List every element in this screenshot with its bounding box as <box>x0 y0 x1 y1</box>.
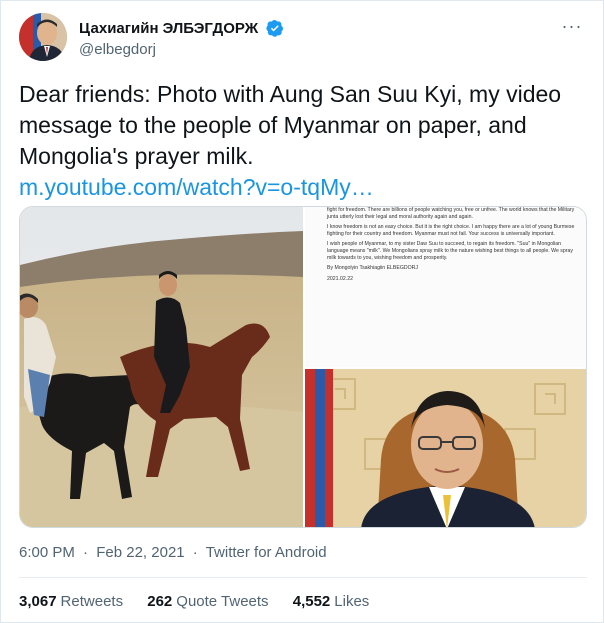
retweets-label: Retweets <box>60 593 124 610</box>
photo-portrait[interactable] <box>305 369 586 527</box>
likes-stat[interactable]: 4,552 Likes <box>293 593 370 610</box>
author-handle[interactable]: @elbegdorj <box>79 41 284 58</box>
verified-badge-icon <box>266 19 283 37</box>
tweet-stats: 3,067 Retweets 262 Quote Tweets 4,552 Likes <box>19 593 389 610</box>
more-options-icon[interactable]: ··· <box>559 17 585 41</box>
letter-text: fight for freedom. There are billions of… <box>327 207 582 286</box>
quote-tweets-stat[interactable]: 262 Quote Tweets <box>147 593 268 610</box>
tweet-date[interactable]: Feb 22, 2021 <box>96 544 184 561</box>
tweet-text: Dear friends: Photo with Aung San Suu Ky… <box>19 79 579 203</box>
meta-separator: · <box>83 544 89 561</box>
retweets-count: 3,067 <box>19 593 57 610</box>
photo-horse-riding[interactable] <box>20 207 303 527</box>
tweet-meta: 6:00 PM · Feb 22, 2021 · Twitter for And… <box>19 544 327 561</box>
quote-tweets-label: Quote Tweets <box>176 593 269 610</box>
photo-letter[interactable]: fight for freedom. There are billions of… <box>305 207 586 367</box>
tweet-link[interactable]: m.youtube.com/watch?v=o-tqMy… <box>19 172 579 203</box>
avatar[interactable] <box>19 13 67 61</box>
avatar-photo <box>19 13 67 61</box>
letter-date: 2021.02.22 <box>327 275 353 282</box>
retweets-stat[interactable]: 3,067 Retweets <box>19 593 123 610</box>
letter-paragraph: I wish people of Myanmar, to my sister D… <box>327 241 573 261</box>
meta-separator: · <box>192 544 198 561</box>
likes-label: Likes <box>334 593 370 610</box>
author-names: Цахиагийн ЭЛБЭГДОРЖ @elbegdorj <box>79 19 284 58</box>
letter-paragraph: I know freedom is not an easy choice. Bu… <box>327 224 575 237</box>
portrait-photo <box>305 369 586 527</box>
letter-signature: By Mongolyin Tsakhiagiin ELBEGDORJ <box>327 265 419 272</box>
letter-paragraph: fight for freedom. There are billions of… <box>327 207 575 220</box>
likes-count: 4,552 <box>292 593 331 610</box>
tweet-body: Dear friends: Photo with Aung San Suu Ky… <box>19 81 562 169</box>
quote-tweets-count: 262 <box>147 593 173 610</box>
divider <box>19 577 587 578</box>
tweet-source[interactable]: Twitter for Android <box>206 544 327 561</box>
author-display-name[interactable]: Цахиагийн ЭЛБЭГДОРЖ <box>79 20 258 37</box>
tweet-header: Цахиагийн ЭЛБЭГДОРЖ @elbegdorj ··· <box>19 13 589 65</box>
tweet-card: Цахиагийн ЭЛБЭГДОРЖ @elbegdorj ··· Dear … <box>0 0 604 623</box>
tweet-time[interactable]: 6:00 PM <box>19 544 75 561</box>
media-grid: fight for freedom. There are billions of… <box>19 206 587 528</box>
horse-riding-photo <box>20 207 303 527</box>
